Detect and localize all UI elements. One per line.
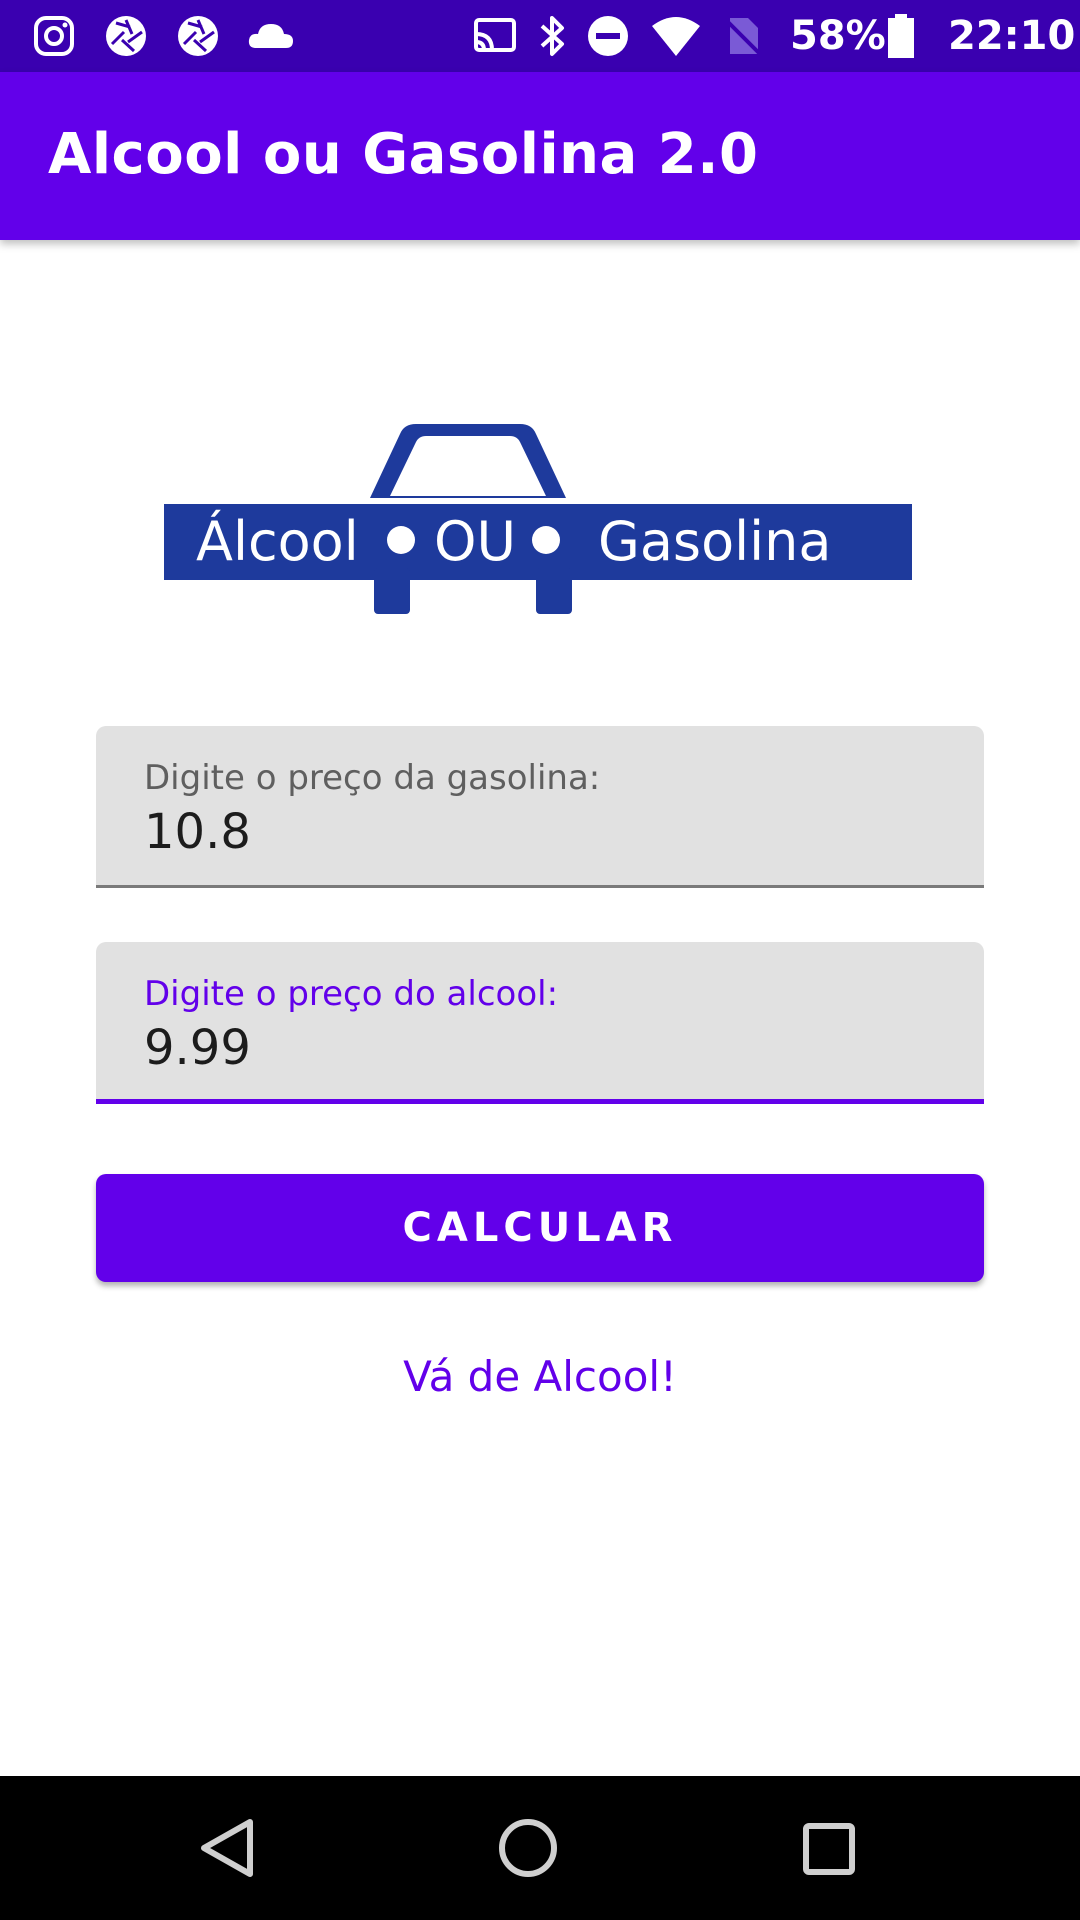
gasoline-price-label: Digite o preço da gasolina:: [144, 758, 601, 798]
do-not-disturb-icon: [588, 16, 628, 56]
logo-text-middle: OU: [434, 510, 516, 573]
result-text: Vá de Alcool!: [403, 1352, 677, 1401]
alcohol-price-input[interactable]: 9.99: [144, 1020, 251, 1076]
no-sim-icon: [724, 18, 762, 56]
car-logo: Álcool OU Gasolina: [164, 424, 912, 614]
navigation-bar: [0, 1776, 1080, 1920]
alcohol-price-label: Digite o preço do alcool:: [144, 974, 559, 1014]
camera-shutter-icon: [106, 16, 146, 56]
home-icon[interactable]: [492, 1812, 564, 1884]
gasoline-price-input[interactable]: 10.8: [144, 804, 251, 860]
recents-icon[interactable]: [792, 1812, 864, 1884]
logo-text-right: Gasolina: [598, 510, 831, 573]
wifi-icon: [652, 17, 700, 56]
status-bar: 58% 22:10: [0, 0, 1080, 72]
camera-shutter-icon: [178, 16, 218, 56]
bluetooth-icon: [540, 16, 564, 56]
cloud-icon: [248, 24, 293, 48]
app-bar: Alcool ou Gasolina 2.0: [0, 72, 1080, 240]
gasoline-price-field[interactable]: Digite o preço da gasolina: 10.8: [96, 726, 984, 888]
battery-percent: 58%: [790, 13, 886, 59]
back-icon[interactable]: [192, 1812, 264, 1884]
cast-icon: [474, 18, 516, 52]
clock: 22:10: [948, 13, 1076, 59]
instagram-icon: [34, 16, 74, 56]
alcohol-price-field[interactable]: Digite o preço do alcool: 9.99: [96, 942, 984, 1104]
calculate-button[interactable]: CALCULAR: [96, 1174, 984, 1282]
battery-icon: [888, 14, 914, 58]
logo-text-left: Álcool: [196, 510, 359, 573]
app-title: Alcool ou Gasolina 2.0: [48, 122, 759, 187]
